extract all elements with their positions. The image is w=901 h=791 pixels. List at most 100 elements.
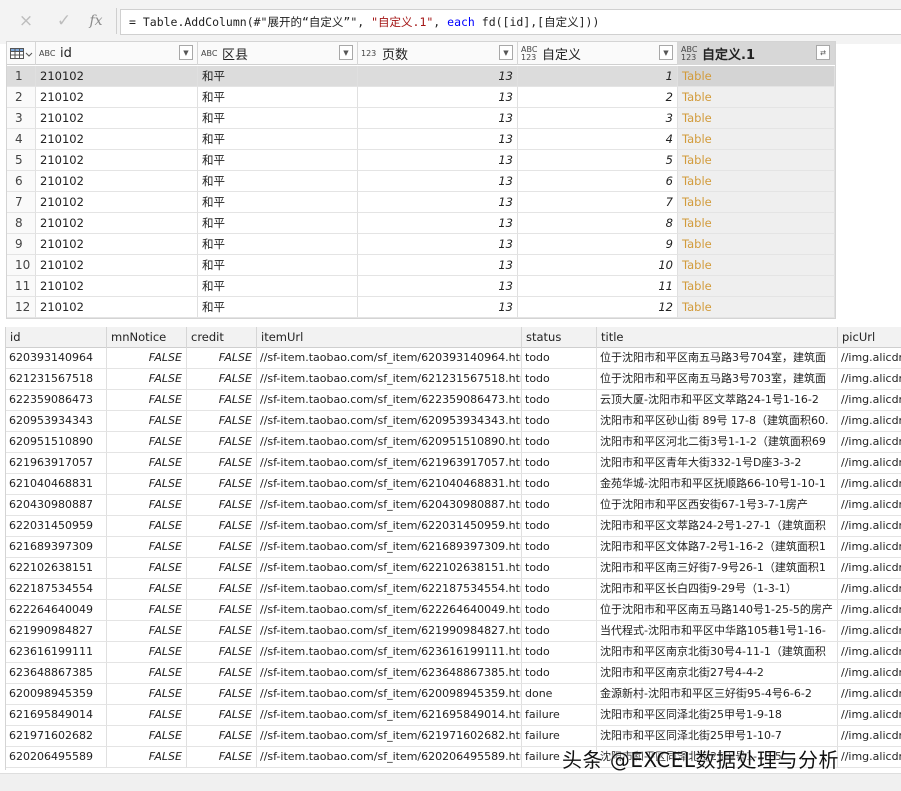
table-link[interactable]: Table [678, 255, 835, 276]
table-row[interactable]: 11 210102 和平 13 11 Table [7, 276, 835, 297]
expanded-table-cell: FALSE [187, 621, 257, 642]
expanded-column-header[interactable]: mnNotice [107, 327, 187, 348]
column-header-4[interactable]: ABC 123 自定义 ▼ [518, 42, 678, 65]
expanded-table-row[interactable]: 622031450959 FALSE FALSE//sf-item.taobao.c… [6, 516, 901, 537]
table-menu-icon[interactable] [7, 42, 36, 65]
expanded-table-cell: todo [522, 642, 597, 663]
column-type-icon[interactable]: ABC [39, 49, 58, 58]
table-link[interactable]: Table [678, 276, 835, 297]
expanded-table-row[interactable]: 622264640049 FALSE FALSE//sf-item.taobao.c… [6, 600, 901, 621]
grid-header: ABC id ▼ ABC 区县 ▼ 123 页数 ▼ ABC 123 自定义 ▼ ABC 123 自定义.… [7, 42, 835, 65]
table-cell: 13 [358, 297, 518, 318]
watermark-text: 头条 @EXCEL数据处理与分析 [562, 748, 839, 772]
expanded-table-cell: FALSE [107, 474, 187, 495]
expanded-table-row[interactable]: 622359086473 FALSE FALSE//sf-item.taobao.c… [6, 390, 901, 411]
table-row[interactable]: 3 210102 和平 13 3 Table [7, 108, 835, 129]
table-row[interactable]: 8 210102 和平 13 8 Table [7, 213, 835, 234]
expanded-table-row[interactable]: 621040468831 FALSE FALSE//sf-item.taobao.c… [6, 474, 901, 495]
filter-dropdown-icon[interactable]: ▼ [339, 45, 353, 60]
filter-dropdown-icon[interactable]: ▼ [179, 45, 193, 60]
expanded-table-row[interactable]: 622102638151 FALSE FALSE//sf-item.taobao.c… [6, 558, 901, 579]
expanded-column-header[interactable]: picUrl [838, 327, 901, 348]
expanded-table-cell: 沈阳市和平区南三好街7-9号26-1（建筑面积1 [597, 558, 838, 579]
expanded-table-cell: failure [522, 705, 597, 726]
expanded-table-row[interactable]: 620953934343 FALSE FALSE//sf-item.taobao.c… [6, 411, 901, 432]
column-header-1[interactable]: ABC id ▼ [36, 42, 198, 65]
cancel-icon[interactable]: × [16, 10, 36, 32]
table-row[interactable]: 1 210102 和平 13 1 Table [7, 66, 835, 87]
table-row[interactable]: 12 210102 和平 13 12 Table [7, 297, 835, 318]
column-type-icon[interactable]: ABC 123 [521, 45, 540, 62]
table-row[interactable]: 10 210102 和平 13 10 Table [7, 255, 835, 276]
column-header-5[interactable]: ABC 123 自定义.1 ⇄ [678, 42, 835, 65]
table-link[interactable]: Table [678, 234, 835, 255]
expanded-table-cell: //img.alicdn. [838, 579, 901, 600]
expanded-table-cell: 位于沈阳市和平区南五马路140号1-25-5的房产 [597, 600, 838, 621]
expanded-table-row[interactable]: 621990984827 FALSE FALSE//sf-item.taobao.c… [6, 621, 901, 642]
table-cell: 和平 [198, 297, 358, 318]
expanded-column-header[interactable]: credit [187, 327, 257, 348]
expanded-table-cell: //img.alicdn. [838, 411, 901, 432]
expanded-table-row[interactable]: 620393140964 FALSE FALSE//sf-item.taobao.c… [6, 348, 901, 369]
table-link[interactable]: Table [678, 192, 835, 213]
expanded-table-cell: //sf-item.taobao.com/sf_item/62168939730… [257, 537, 522, 558]
expanded-table-row[interactable]: 623616199111 FALSE FALSE//sf-item.taobao.c… [6, 642, 901, 663]
fx-icon[interactable]: fx [86, 10, 106, 32]
expanded-table-cell: 620430980887 [6, 495, 107, 516]
column-type-icon[interactable]: ABC 123 [681, 45, 700, 62]
expanded-table-row[interactable]: 620951510890 FALSE FALSE//sf-item.taobao.c… [6, 432, 901, 453]
table-link[interactable]: Table [678, 66, 835, 87]
expanded-column-header[interactable]: id [6, 327, 107, 348]
expanded-table-row[interactable]: 622187534554 FALSE FALSE//sf-item.taobao.c… [6, 579, 901, 600]
formula-string: "自定义.1" [371, 15, 434, 29]
expanded-table-cell: //sf-item.taobao.com/sf_item/62095151089… [257, 432, 522, 453]
table-cell: 和平 [198, 87, 358, 108]
table-cell: 2 [518, 87, 678, 108]
column-header-3[interactable]: 123 页数 ▼ [358, 42, 518, 65]
table-link[interactable]: Table [678, 150, 835, 171]
table-row[interactable]: 6 210102 和平 13 6 Table [7, 171, 835, 192]
column-header-2[interactable]: ABC 区县 ▼ [198, 42, 358, 65]
expanded-table-row[interactable]: 621963917057 FALSE FALSE//sf-item.taobao.c… [6, 453, 901, 474]
expanded-table-cell: //img.alicdn. [838, 558, 901, 579]
expand-column-icon[interactable]: ⇄ [816, 45, 830, 60]
expanded-table-row[interactable]: 620098945359 FALSE FALSE//sf-item.taobao.c… [6, 684, 901, 705]
table-row[interactable]: 9 210102 和平 13 9 Table [7, 234, 835, 255]
table-cell: 210102 [36, 255, 198, 276]
expanded-table-row[interactable]: 621231567518 FALSE FALSE//sf-item.taobao.c… [6, 369, 901, 390]
expanded-table-row[interactable]: 620430980887 FALSE FALSE//sf-item.taobao.c… [6, 495, 901, 516]
expanded-table-cell: 位于沈阳市和平区南五马路3号703室，建筑面 [597, 369, 838, 390]
expanded-column-header[interactable]: title [597, 327, 838, 348]
formula-input[interactable]: = Table.AddColumn(#"展开的“自定义”", "自定义.1", … [120, 9, 901, 35]
expanded-table-cell: //img.alicdn. [838, 453, 901, 474]
table-link[interactable]: Table [678, 297, 835, 318]
table-link[interactable]: Table [678, 129, 835, 150]
expanded-table-cell: //sf-item.taobao.com/sf_item/62039314096… [257, 348, 522, 369]
table-link[interactable]: Table [678, 213, 835, 234]
table-row[interactable]: 2 210102 和平 13 2 Table [7, 87, 835, 108]
table-row[interactable]: 4 210102 和平 13 4 Table [7, 129, 835, 150]
expanded-table-cell: //sf-item.taobao.com/sf_item/62197160268… [257, 726, 522, 747]
expanded-table-cell: 621231567518 [6, 369, 107, 390]
expanded-table-row[interactable]: 621689397309 FALSE FALSE//sf-item.taobao.c… [6, 537, 901, 558]
expanded-table-cell: done [522, 684, 597, 705]
expanded-table-cell: 621963917057 [6, 453, 107, 474]
expanded-column-header[interactable]: status [522, 327, 597, 348]
expanded-table-row[interactable]: 623648867385 FALSE FALSE//sf-item.taobao.c… [6, 663, 901, 684]
confirm-icon[interactable]: ✓ [54, 10, 74, 32]
table-row[interactable]: 7 210102 和平 13 7 Table [7, 192, 835, 213]
table-link[interactable]: Table [678, 87, 835, 108]
table-cell: 210102 [36, 87, 198, 108]
expanded-table-row[interactable]: 621695849014 FALSE FALSE//sf-item.taobao.c… [6, 705, 901, 726]
table-row[interactable]: 5 210102 和平 13 5 Table [7, 150, 835, 171]
expanded-table-cell: FALSE [107, 558, 187, 579]
table-link[interactable]: Table [678, 108, 835, 129]
expanded-table-cell: 沈阳市和平区同泽北街25甲号1-9-18 [597, 705, 838, 726]
filter-dropdown-icon[interactable]: ▼ [499, 45, 513, 60]
column-type-icon[interactable]: 123 [361, 49, 380, 58]
column-type-icon[interactable]: ABC [201, 49, 220, 58]
column-header-label: id [60, 46, 72, 61]
table-link[interactable]: Table [678, 171, 835, 192]
expanded-column-header[interactable]: itemUrl [257, 327, 522, 348]
filter-dropdown-icon[interactable]: ▼ [659, 45, 673, 60]
